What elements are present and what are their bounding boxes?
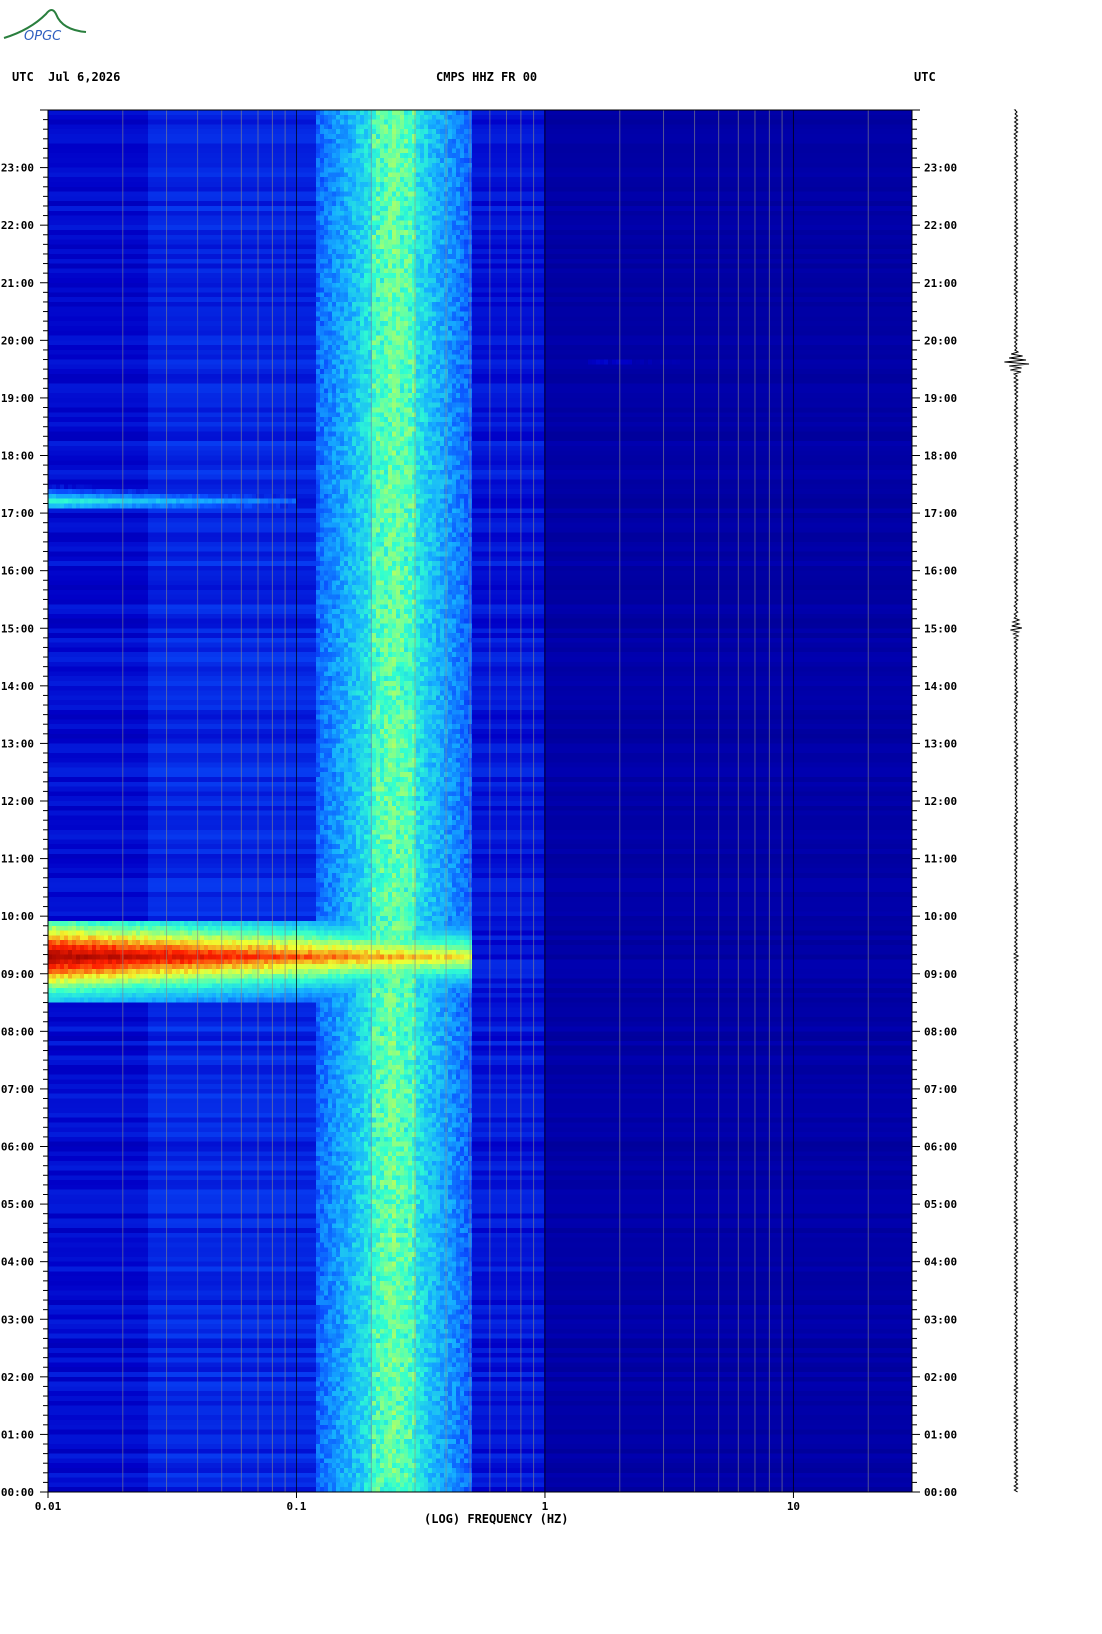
x-tick-label: 0.1 <box>287 1500 307 1513</box>
y-tick-label-left: 02:00 <box>1 1371 34 1384</box>
y-tick-label-left: 21:00 <box>1 277 34 290</box>
y-tick-label-right: 18:00 <box>924 450 957 463</box>
y-tick-label-right: 17:00 <box>924 507 957 520</box>
y-tick-label-left: 18:00 <box>1 450 34 463</box>
y-tick-label-left: 14:00 <box>1 680 34 693</box>
y-tick-label-left: 09:00 <box>1 968 34 981</box>
y-tick-label-right: 10:00 <box>924 910 957 923</box>
y-tick-label-right: 19:00 <box>924 392 957 405</box>
y-tick-label-right: 04:00 <box>924 1256 957 1269</box>
x-axis-label: (LOG) FREQUENCY (HZ) <box>424 1512 569 1526</box>
spectrogram-chart: 00:00 00:00 01:00 01:00 02:00 02:00 03:00 03:00… <box>1 109 1030 1513</box>
y-tick-label-right: 14:00 <box>924 680 957 693</box>
y-tick-label-right: 02:00 <box>924 1371 957 1384</box>
y-tick-label-left: 00:00 <box>1 1486 34 1499</box>
y-tick-label-left: 16:00 <box>1 565 34 578</box>
y-tick-label-left: 15:00 <box>1 622 34 635</box>
y-tick-label-right: 03:00 <box>924 1313 957 1326</box>
x-tick-label: 0.01 <box>35 1500 62 1513</box>
y-tick-label-left: 08:00 <box>1 1025 34 1038</box>
y-tick-label-right: 06:00 <box>924 1141 957 1154</box>
y-tick-label-right: 21:00 <box>924 277 957 290</box>
x-tick-label: 10 <box>787 1500 800 1513</box>
y-tick-label-right: 08:00 <box>924 1025 957 1038</box>
y-tick-label-left: 10:00 <box>1 910 34 923</box>
y-tick-label-right: 09:00 <box>924 968 957 981</box>
y-tick-label-left: 13:00 <box>1 737 34 750</box>
y-tick-label-left: 05:00 <box>1 1198 34 1211</box>
y-tick-label-right: 07:00 <box>924 1083 957 1096</box>
y-tick-label-right: 01:00 <box>924 1428 957 1441</box>
y-tick-label-left: 04:00 <box>1 1256 34 1269</box>
y-tick-label-left: 01:00 <box>1 1428 34 1441</box>
y-tick-label-right: 23:00 <box>924 162 957 175</box>
y-tick-label-right: 15:00 <box>924 622 957 635</box>
y-tick-label-right: 20:00 <box>924 334 957 347</box>
y-tick-label-right: 05:00 <box>924 1198 957 1211</box>
y-tick-label-right: 16:00 <box>924 565 957 578</box>
y-tick-label-left: 11:00 <box>1 853 34 866</box>
y-tick-label-right: 22:00 <box>924 219 957 232</box>
y-tick-label-left: 19:00 <box>1 392 34 405</box>
y-tick-label-left: 20:00 <box>1 334 34 347</box>
y-tick-label-right: 11:00 <box>924 853 957 866</box>
y-tick-label-left: 17:00 <box>1 507 34 520</box>
y-tick-label-right: 00:00 <box>924 1486 957 1499</box>
y-tick-label-left: 07:00 <box>1 1083 34 1096</box>
y-tick-label-left: 22:00 <box>1 219 34 232</box>
y-tick-label-right: 13:00 <box>924 737 957 750</box>
y-tick-label-left: 06:00 <box>1 1141 34 1154</box>
y-tick-label-left: 12:00 <box>1 795 34 808</box>
y-tick-label-right: 12:00 <box>924 795 957 808</box>
y-tick-label-left: 23:00 <box>1 162 34 175</box>
seismic-trace <box>1004 109 1030 1493</box>
y-tick-label-left: 03:00 <box>1 1313 34 1326</box>
